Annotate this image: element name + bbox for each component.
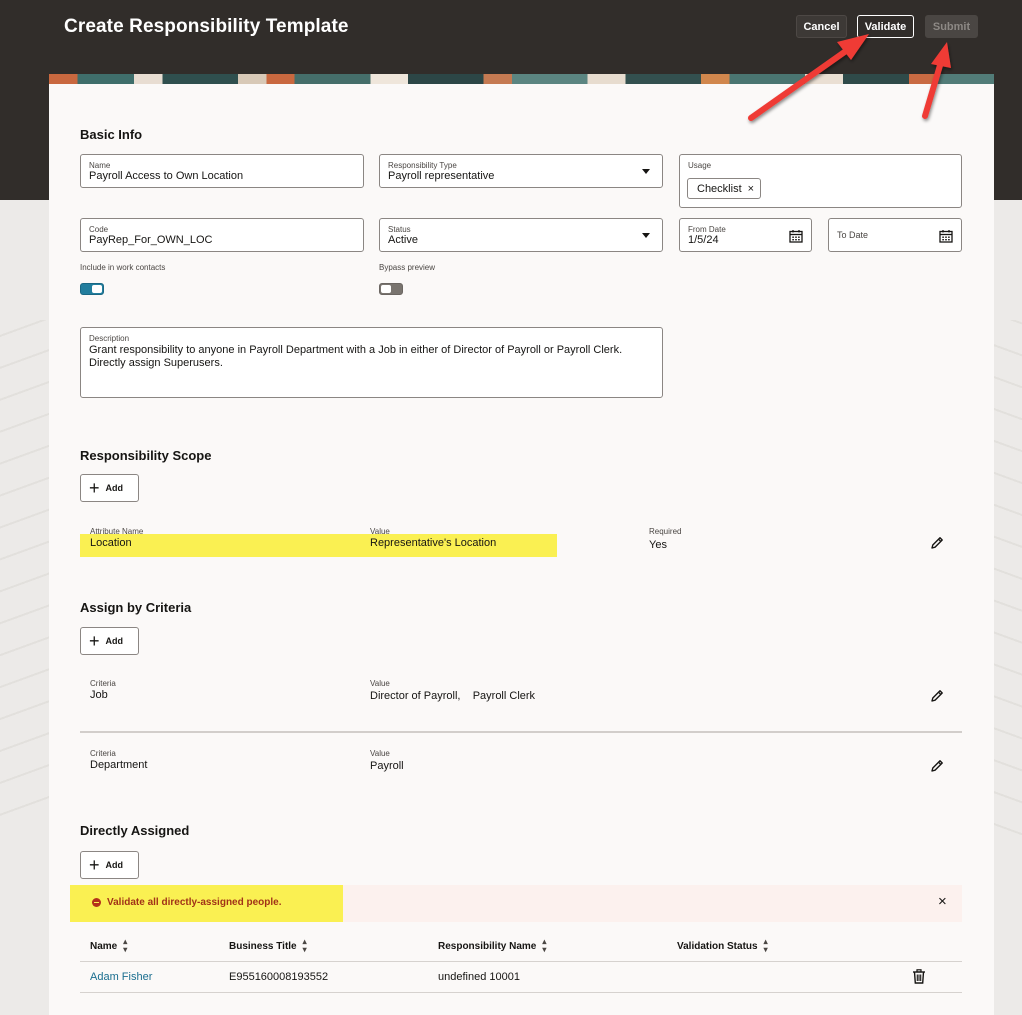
add-criteria-label: Add xyxy=(105,636,124,646)
error-icon xyxy=(92,898,101,907)
required-value: Yes xyxy=(649,539,667,551)
name-label: Name xyxy=(89,161,111,170)
criteria-label: Criteria xyxy=(90,679,116,688)
page-title: Create Responsibility Template xyxy=(64,16,349,37)
code-label: Code xyxy=(89,225,109,234)
scope-value-label: Value xyxy=(370,527,390,536)
to-date-label: To Date xyxy=(837,230,869,240)
description-value: Grant responsibility to anyone in Payrol… xyxy=(89,344,649,370)
description-line-1: Grant responsibility to anyone in Payrol… xyxy=(89,344,623,356)
responsibility-type-select[interactable]: Responsibility Type Payroll representati… xyxy=(379,154,663,188)
from-date-field[interactable]: From Date 1/5/24 xyxy=(679,218,812,252)
close-icon[interactable]: × xyxy=(938,893,947,910)
table-header-divider xyxy=(80,961,962,962)
status-select[interactable]: Status Active xyxy=(379,218,663,252)
code-value: PayRep_For_OWN_LOC xyxy=(89,234,213,246)
status-value: Active xyxy=(388,234,418,246)
validate-button[interactable]: Validate xyxy=(857,15,914,38)
responsibility-type-value: Payroll representative xyxy=(388,170,495,182)
chevron-down-icon xyxy=(642,233,650,238)
column-name-label: Name xyxy=(90,940,118,952)
criteria-value: Job xyxy=(90,689,108,701)
basic-info-title: Basic Info xyxy=(80,127,143,142)
attribute-name-label: Attribute Name xyxy=(90,527,144,536)
sort-icon: ▴ ▾ xyxy=(542,937,547,954)
column-business-title-label: Business Title xyxy=(229,940,297,952)
add-person-button[interactable]: + Add xyxy=(80,851,139,879)
criteria-value: Department xyxy=(90,759,148,771)
cancel-button[interactable]: Cancel xyxy=(796,15,847,38)
scope-value: Representative's Location xyxy=(370,537,497,549)
add-scope-label: Add xyxy=(105,483,124,493)
sort-icon: ▴ ▾ xyxy=(302,937,307,954)
sort-icon: ▴ ▾ xyxy=(763,937,768,954)
column-validation-status-label: Validation Status xyxy=(677,940,758,952)
plus-icon: + xyxy=(89,631,100,651)
add-person-label: Add xyxy=(105,860,124,870)
trash-icon[interactable] xyxy=(912,969,926,984)
add-criteria-button[interactable]: + Add xyxy=(80,627,139,655)
plus-icon: + xyxy=(89,478,100,498)
alert-message: Validate all directly-assigned people. xyxy=(107,897,282,908)
column-header-name[interactable]: Name ▴ ▾ xyxy=(90,938,127,954)
usage-label: Usage xyxy=(688,161,712,170)
table-row-divider xyxy=(80,992,962,993)
responsibility-scope-title: Responsibility Scope xyxy=(80,448,212,463)
sort-icon: ▴ ▾ xyxy=(123,937,128,954)
business-title-cell: E955160008193552 xyxy=(229,971,329,983)
criteria-value-text: Director of Payroll, Payroll Clerk xyxy=(370,690,536,702)
pencil-icon[interactable] xyxy=(930,536,944,550)
criteria-value-text: Payroll xyxy=(370,760,404,772)
person-name-link[interactable]: Adam Fisher xyxy=(90,971,152,983)
submit-button[interactable]: Submit xyxy=(925,15,978,38)
description-line-2: Directly assign Superusers. xyxy=(89,357,223,369)
calendar-icon[interactable] xyxy=(939,229,953,243)
description-label: Description xyxy=(89,334,130,343)
assign-by-criteria-title: Assign by Criteria xyxy=(80,600,192,615)
include-work-contacts-label: Include in work contacts xyxy=(80,263,166,272)
chevron-down-icon xyxy=(642,169,650,174)
criteria-divider xyxy=(80,731,962,733)
usage-chip-label: Checklist xyxy=(697,182,742,195)
name-value: Payroll Access to Own Location xyxy=(89,170,244,182)
close-icon[interactable]: × xyxy=(748,183,754,195)
column-header-business-title[interactable]: Business Title ▴ ▾ xyxy=(229,938,307,954)
decorative-banner xyxy=(49,74,994,84)
description-field[interactable]: Description Grant responsibility to anyo… xyxy=(80,327,663,398)
pencil-icon[interactable] xyxy=(930,759,944,773)
criteria-value-label: Value xyxy=(370,679,390,688)
column-responsibility-name-label: Responsibility Name xyxy=(438,940,537,952)
directly-assigned-title: Directly Assigned xyxy=(80,823,190,838)
column-header-responsibility-name[interactable]: Responsibility Name ▴ ▾ xyxy=(438,938,546,954)
code-field[interactable]: Code PayRep_For_OWN_LOC xyxy=(80,218,364,252)
from-date-value: 1/5/24 xyxy=(688,234,719,246)
to-date-field[interactable]: To Date xyxy=(828,218,962,252)
from-date-label: From Date xyxy=(688,225,726,234)
required-label: Required xyxy=(649,527,682,536)
plus-icon: + xyxy=(89,855,100,875)
bypass-preview-toggle[interactable] xyxy=(379,283,403,295)
usage-field[interactable]: Usage Checklist × xyxy=(679,154,962,208)
usage-chip: Checklist × xyxy=(687,178,762,199)
name-field[interactable]: Name Payroll Access to Own Location xyxy=(80,154,364,188)
responsibility-type-label: Responsibility Type xyxy=(388,161,457,170)
responsibility-name-cell: undefined 10001 xyxy=(438,971,520,983)
include-work-contacts-toggle[interactable] xyxy=(80,283,104,295)
calendar-icon[interactable] xyxy=(789,229,803,243)
pencil-icon[interactable] xyxy=(930,689,944,703)
column-header-validation-status[interactable]: Validation Status ▴ ▾ xyxy=(677,938,768,954)
criteria-value-label: Value xyxy=(370,749,390,758)
bypass-preview-label: Bypass preview xyxy=(379,263,436,272)
attribute-name-value: Location xyxy=(90,537,132,549)
criteria-label: Criteria xyxy=(90,749,116,758)
status-label: Status xyxy=(388,225,411,234)
add-scope-button[interactable]: + Add xyxy=(80,474,139,502)
